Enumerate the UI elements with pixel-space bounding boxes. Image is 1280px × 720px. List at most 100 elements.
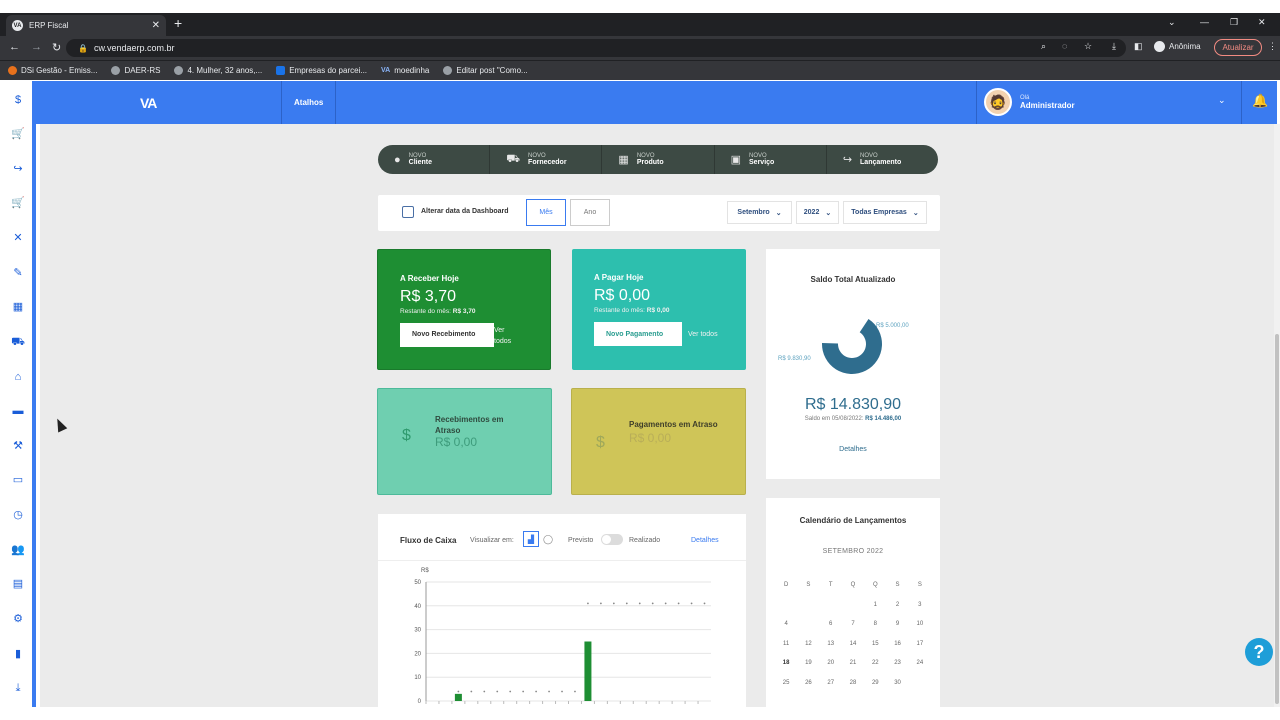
bank-icon[interactable]: ⌂ [11, 370, 25, 384]
tab-search-chevron-icon[interactable]: ⌄ [1168, 17, 1176, 28]
calendar-day[interactable]: 6 [820, 619, 842, 629]
car-icon[interactable]: ▬ [11, 404, 25, 418]
new-receipt-button[interactable]: Novo Recebimento [400, 323, 494, 347]
new-supplier-button[interactable]: ⛟ NOVO Fornecedor [490, 145, 603, 174]
calendar-day[interactable]: 25 [775, 678, 797, 688]
chevron-down-icon[interactable]: ⌄ [1218, 95, 1226, 106]
year-toggle-button[interactable]: Ano [570, 199, 610, 226]
new-client-button[interactable]: ● NOVO Cliente [378, 145, 491, 174]
boxes-icon[interactable]: ▦ [11, 300, 25, 314]
calendar-day[interactable]: 4 [775, 619, 797, 629]
forecast-realized-toggle[interactable] [601, 534, 623, 545]
view-all-link[interactable]: Ver todos [688, 331, 718, 338]
bookmark-item[interactable]: Empresas do parcei... [276, 66, 367, 75]
cart-plus-icon[interactable]: 🛒 [11, 127, 25, 141]
reload-icon[interactable]: ↻ [52, 41, 61, 54]
bookmark-item[interactable]: DSi Gestão - Emiss... [8, 66, 97, 75]
calendar-day[interactable]: 14 [842, 639, 864, 649]
bookmark-item[interactable]: VA moedinha [381, 66, 429, 75]
forward-icon[interactable]: → [31, 41, 42, 53]
new-payment-button[interactable]: Novo Pagamento [594, 322, 682, 346]
users-icon[interactable]: 👥 [11, 543, 25, 557]
wrench-icon[interactable]: ⚒ [11, 439, 25, 453]
shortcuts-menu[interactable]: Atalhos [294, 98, 323, 107]
incognito-indicator[interactable]: Anônima [1154, 41, 1201, 52]
help-button[interactable]: ? [1245, 638, 1273, 666]
cart-icon[interactable]: 🛒 [11, 196, 25, 210]
scrollbar-thumb[interactable] [1275, 334, 1279, 704]
calendar-day[interactable]: 28 [842, 678, 864, 688]
edit-icon[interactable]: ✎ [11, 266, 25, 280]
new-entry-button[interactable]: ↪ NOVO Lançamento [827, 145, 938, 174]
browser-tab[interactable]: VA ERP Fiscal ✕ [6, 15, 166, 36]
app-logo[interactable]: VA [140, 95, 157, 111]
dollar-icon[interactable]: $ [11, 93, 25, 107]
calendar-day[interactable]: 1 [864, 600, 886, 610]
calendar-day[interactable]: 26 [797, 678, 819, 688]
calendar-day[interactable]: 11 [775, 639, 797, 649]
gear-icon[interactable]: ⚙ [11, 612, 25, 626]
table-view-button[interactable]: ◯ [540, 531, 556, 547]
calendar-day[interactable]: 10 [909, 619, 931, 629]
bookmark-item[interactable]: 4. Mulher, 32 anos,... [174, 66, 262, 75]
chart-icon[interactable]: ▮ [11, 647, 25, 661]
company-select[interactable]: Todas Empresas ⌄ [843, 201, 927, 224]
invoice-icon[interactable]: ▤ [11, 577, 25, 591]
calendar-day[interactable]: 20 [820, 658, 842, 668]
close-tab-icon[interactable]: ✕ [152, 20, 160, 31]
download-icon[interactable]: ⤓ [11, 681, 25, 695]
truck-icon[interactable]: ⛟ [11, 335, 25, 349]
calendar-day[interactable]: 23 [886, 658, 908, 668]
minimize-icon[interactable]: — [1200, 17, 1209, 27]
calendar-day[interactable]: 2 [886, 600, 908, 610]
tracking-icon[interactable]: ◌ [1062, 41, 1067, 51]
calendar-day[interactable]: 7 [842, 619, 864, 629]
calendar-day[interactable]: 13 [820, 639, 842, 649]
update-button[interactable]: Atualizar [1214, 39, 1262, 56]
calendar-day[interactable]: 30 [886, 678, 908, 688]
overdue-payments-card[interactable]: $ Pagamentos em Atraso R$ 0,00 [571, 388, 746, 495]
page-scrollbar[interactable] [1274, 124, 1280, 707]
calendar-day[interactable]: 16 [886, 639, 908, 649]
calendar-day[interactable]: 3 [909, 600, 931, 610]
new-tab-icon[interactable]: + [174, 15, 182, 31]
calendar-day[interactable]: 18 [775, 658, 797, 668]
chart-bar[interactable] [454, 693, 462, 701]
close-window-icon[interactable]: ✕ [1258, 17, 1266, 28]
url-field[interactable]: 🔒 cw.vendaerp.com.br [66, 39, 1126, 57]
balance-details-link[interactable]: Detalhes [766, 446, 940, 453]
calendar-day[interactable]: 8 [864, 619, 886, 629]
year-select[interactable]: 2022 ⌄ [796, 201, 839, 224]
overdue-receivables-card[interactable]: $ Recebimentos em Atraso R$ 0,00 [377, 388, 552, 495]
calendar-day[interactable]: 27 [820, 678, 842, 688]
tools-icon[interactable]: ✕ [11, 231, 25, 245]
view-all-link[interactable]: Ver todos [494, 325, 520, 347]
bookmark-item[interactable]: Editar post "Como... [443, 66, 528, 75]
zoom-icon[interactable]: ⌕ [1041, 41, 1046, 52]
bell-icon[interactable]: 🔔 [1252, 93, 1268, 109]
restore-icon[interactable]: ❐ [1230, 17, 1238, 28]
new-product-button[interactable]: ▦ NOVO Produto [602, 145, 715, 174]
back-icon[interactable]: ← [9, 41, 20, 53]
calendar-day[interactable]: 29 [864, 678, 886, 688]
cash-flow-details-link[interactable]: Detalhes [691, 537, 719, 544]
user-menu[interactable]: 🧔 Olá Administrador [984, 88, 1075, 116]
menu-dots-icon[interactable]: ⋮ [1268, 41, 1277, 52]
chart-view-button[interactable]: ▟ [523, 531, 539, 547]
month-select[interactable]: Setembro ⌄ [727, 201, 792, 224]
calendar-day[interactable]: 15 [864, 639, 886, 649]
download-icon[interactable]: ⤓ [1112, 41, 1116, 52]
bookmark-star-icon[interactable]: ☆ [1084, 41, 1092, 52]
chart-bar[interactable] [584, 641, 592, 702]
month-toggle-button[interactable]: Mês [526, 199, 566, 226]
calendar-day[interactable]: 5 [797, 615, 819, 633]
calendar-day[interactable]: 9 [886, 619, 908, 629]
calendar-day[interactable]: 19 [797, 658, 819, 668]
calendar-day[interactable]: 22 [864, 658, 886, 668]
calendar-day[interactable]: 17 [909, 639, 931, 649]
calendar-day[interactable]: 24 [909, 658, 931, 668]
new-service-button[interactable]: ▣ NOVO Serviço [715, 145, 827, 174]
bookmark-item[interactable]: DAER-RS [111, 66, 160, 75]
share-icon[interactable]: ↪ [11, 162, 25, 176]
sidepanel-icon[interactable]: ◧ [1134, 41, 1143, 52]
